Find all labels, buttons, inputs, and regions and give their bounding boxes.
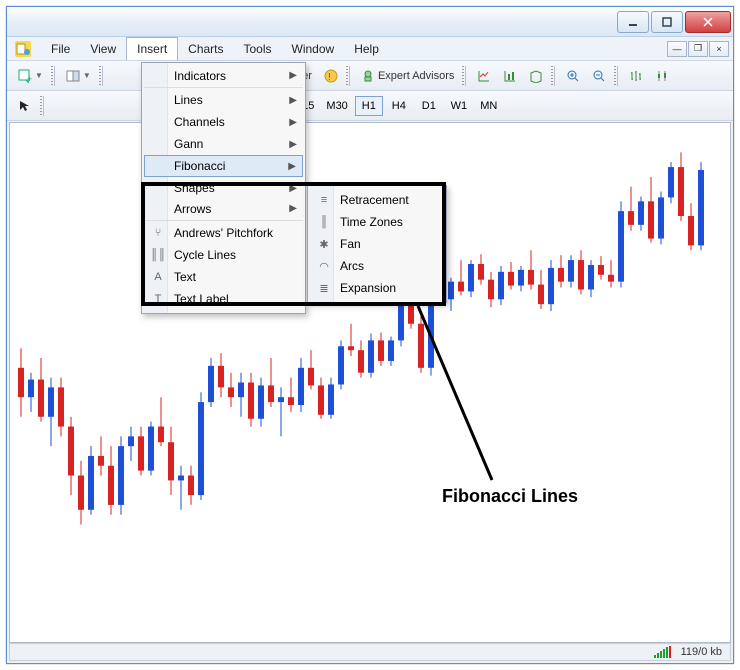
menu-item-fibonacci[interactable]: Fibonacci▶ (144, 155, 303, 177)
application-window: File View Insert Charts Tools Window Hel… (6, 6, 734, 664)
templates-button[interactable] (524, 65, 548, 87)
zoom-out-button[interactable] (587, 65, 611, 87)
new-chart-button[interactable]: +▼ (13, 65, 48, 87)
menu-item-fib-timezones[interactable]: ║Time Zones (310, 211, 444, 233)
expert-advisors-button[interactable]: Expert Advisors (356, 65, 459, 87)
menu-item-arrows[interactable]: Arrows▶ (144, 199, 303, 221)
menu-item-gann[interactable]: Gann▶ (144, 133, 303, 155)
expert-advisors-label: Expert Advisors (378, 70, 454, 82)
fib-expansion-icon: ≣ (316, 280, 332, 296)
menu-tools[interactable]: Tools (234, 38, 282, 60)
menu-charts[interactable]: Charts (178, 38, 233, 60)
menu-item-text-label[interactable]: TText Label (144, 288, 303, 310)
menu-item-fib-retracement[interactable]: ≡Retracement (310, 189, 444, 211)
fibonacci-submenu: ≡Retracement ║Time Zones ✱Fan ◠Arcs ≣Exp… (307, 185, 447, 303)
menu-item-fib-fan[interactable]: ✱Fan (310, 233, 444, 255)
menu-item-andrews-pitchfork[interactable]: ⑂Andrews' Pitchfork (144, 222, 303, 244)
timeframe-mn[interactable]: MN (475, 96, 503, 116)
menu-window[interactable]: Window (282, 38, 345, 60)
timeframe-m30[interactable]: M30 (321, 96, 352, 116)
menu-item-fib-arcs[interactable]: ◠Arcs (310, 255, 444, 277)
zoom-in-button[interactable] (561, 65, 585, 87)
statusbar: 119/0 kb (9, 643, 731, 661)
menu-item-channels[interactable]: Channels▶ (144, 111, 303, 133)
standard-toolbar: +▼ ▼ w Order ! Expert Advisors (7, 61, 733, 91)
fib-retracement-icon: ≡ (316, 192, 332, 208)
cycle-lines-icon: ║║ (150, 247, 166, 263)
line-studies-toolbar: M1 M5 M15 M30 H1 H4 D1 W1 MN (7, 91, 733, 121)
window-maximize-button[interactable] (651, 11, 683, 33)
menu-insert[interactable]: Insert (126, 37, 178, 60)
menubar: File View Insert Charts Tools Window Hel… (7, 37, 733, 61)
candlestick-chart-button[interactable] (650, 65, 674, 87)
menu-item-text[interactable]: AText (144, 266, 303, 288)
fib-arcs-icon: ◠ (316, 258, 332, 274)
mdi-close-button[interactable]: × (709, 41, 729, 57)
connection-status-text: 119/0 kb (681, 646, 722, 658)
timeframe-w1[interactable]: W1 (445, 96, 473, 116)
menu-item-shapes[interactable]: Shapes▶ (144, 177, 303, 199)
autotrading-button[interactable]: ! (319, 65, 343, 87)
indicators-list-button[interactable] (472, 65, 496, 87)
pitchfork-icon: ⑂ (150, 225, 166, 241)
fib-timezones-icon: ║ (316, 214, 332, 230)
app-icon (13, 39, 33, 59)
fib-fan-icon: ✱ (316, 236, 332, 252)
svg-text:+: + (27, 74, 32, 83)
periodicity-button[interactable] (498, 65, 522, 87)
mdi-minimize-button[interactable]: — (667, 41, 687, 57)
mdi-restore-button[interactable]: ❐ (688, 41, 708, 57)
insert-menu-popup: Indicators▶ Lines▶ Channels▶ Gann▶ Fibon… (141, 62, 306, 314)
menu-item-cycle-lines[interactable]: ║║Cycle Lines (144, 244, 303, 266)
timeframe-h1[interactable]: H1 (355, 96, 383, 116)
cursor-button[interactable] (13, 95, 37, 117)
svg-text:!: ! (328, 72, 331, 83)
window-minimize-button[interactable] (617, 11, 649, 33)
bar-chart-button[interactable] (624, 65, 648, 87)
menu-item-indicators[interactable]: Indicators▶ (144, 66, 303, 88)
profiles-button[interactable]: ▼ (61, 65, 96, 87)
annotation-label: Fibonacci Lines (442, 486, 578, 507)
menu-help[interactable]: Help (344, 38, 389, 60)
window-close-button[interactable] (685, 11, 731, 33)
menu-file[interactable]: File (41, 38, 80, 60)
connection-bars-icon (654, 646, 671, 658)
menu-item-lines[interactable]: Lines▶ (144, 89, 303, 111)
timeframe-d1[interactable]: D1 (415, 96, 443, 116)
timeframe-h4[interactable]: H4 (385, 96, 413, 116)
menu-view[interactable]: View (80, 38, 126, 60)
menu-item-fib-expansion[interactable]: ≣Expansion (310, 277, 444, 299)
titlebar (7, 7, 733, 37)
text-icon: A (150, 269, 166, 285)
text-label-icon: T (150, 291, 166, 307)
